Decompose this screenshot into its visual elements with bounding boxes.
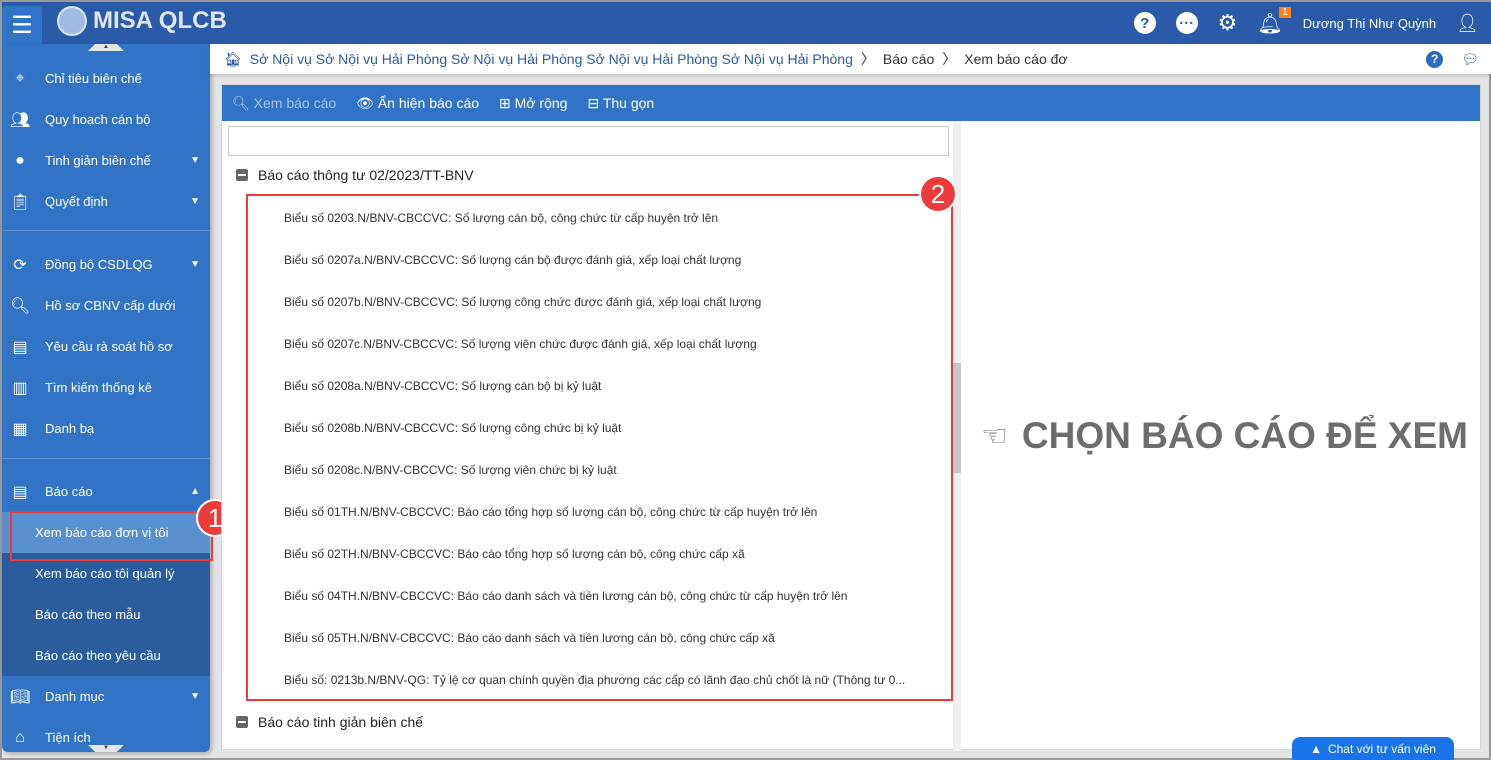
dots-icon: ●	[15, 151, 25, 169]
report-item[interactable]: Biểu số 0208c.N/BNV-CBCCVC: Số lượng viê…	[284, 463, 944, 477]
sidebar: ▲ ▼ ⌖ Chỉ tiêu biên chế 👥︎ Quy hoạch cán bộ…	[2, 44, 210, 752]
breadcrumb-item[interactable]: Sở Nội vụ Sở Nội vụ Hải Phòng Sở Nội vụ …	[250, 51, 853, 67]
sidebar-subitem[interactable]: Báo cáo theo yêu cầu	[2, 635, 210, 676]
sidebar-item-label: Chỉ tiêu biên chế	[45, 71, 142, 86]
notification-badge: 1	[1279, 6, 1291, 18]
report-viewer: ☜ CHỌN BÁO CÁO ĐỂ XEM	[967, 121, 1482, 751]
chevron-up-icon: ▲	[1310, 741, 1322, 756]
report-item[interactable]: Biểu số 0208a.N/BNV-CBCCVC: Số lượng cán…	[284, 379, 944, 393]
sidebar-item[interactable]: ⟳ Đồng bộ CSDLQG ▼	[2, 244, 210, 285]
chat-bubbles-icon[interactable]: 💬︎	[1461, 51, 1479, 68]
report-item[interactable]: Biểu số 0207b.N/BNV-CBCCVC: Số lượng côn…	[284, 295, 944, 309]
collapse-icon[interactable]	[236, 169, 248, 181]
sidebar-item[interactable]: 📋︎ Quyết định ▼	[2, 181, 210, 222]
sidebar-item-label: Danh bạ	[45, 421, 95, 436]
form-icon: ▤	[12, 338, 28, 356]
app-logo[interactable]: MISA QLCB	[57, 6, 227, 36]
report-item[interactable]: Biểu số 0203.N/BNV-CBCCVC: Số lượng cán …	[284, 211, 944, 225]
sidebar-item[interactable]: ▤ Yêu cầu rà soát hồ sơ	[2, 326, 210, 367]
divider	[2, 230, 210, 231]
top-bar: ☰ MISA QLCB ? ··· ⚙ 🔔︎ 1 Dương Thị Như Qu…	[2, 2, 1491, 44]
report-item[interactable]: Biểu số: 0213b.N/BNV-QG: Tỷ lệ cơ quan c…	[284, 673, 944, 687]
report-item[interactable]: Biểu số 02TH.N/BNV-CBCCVC: Báo cáo tổng …	[284, 547, 944, 561]
menu-toggle-button[interactable]: ☰	[2, 6, 42, 44]
chart-icon: ▥	[12, 379, 28, 397]
report-item[interactable]: Biểu số 0207c.N/BNV-CBCCVC: Số lượng viê…	[284, 337, 944, 351]
tree-group[interactable]: Báo cáo thông tư 02/2023/TT-BNV	[236, 167, 474, 183]
sidebar-item-label: Báo cáo	[45, 484, 93, 499]
tree-group[interactable]: Báo cáo tinh giản biên chế	[236, 714, 423, 730]
sidebar-item[interactable]: 🔍︎ Hồ sơ CBNV cấp dưới	[2, 285, 210, 326]
sidebar-item[interactable]: ▦ Danh bạ	[2, 408, 210, 449]
report-item[interactable]: Biểu số 0207a.N/BNV-CBCCVC: Số lượng cán…	[284, 253, 944, 267]
breadcrumb-current: Xem báo cáo đơ	[964, 51, 1068, 67]
target-user-icon: ⌖	[15, 69, 25, 87]
report-search-input[interactable]	[228, 126, 949, 156]
report-item[interactable]: Biểu số 01TH.N/BNV-CBCCVC: Báo cáo tổng …	[284, 505, 944, 519]
sidebar-item[interactable]: ⌖ Chỉ tiêu biên chế	[2, 58, 210, 99]
sidebar-item[interactable]: ▤ Báo cáo ▲	[2, 471, 210, 512]
report-item[interactable]: Biểu số 0208b.N/BNV-CBCCVC: Số lượng côn…	[284, 421, 944, 435]
sidebar-item-label: Đồng bộ CSDLQG	[45, 257, 153, 272]
caret-down-icon: ▼	[190, 691, 200, 702]
document-icon: ▤	[12, 483, 28, 501]
chat-button[interactable]: ▲ Chat với tư vấn viên	[1292, 737, 1454, 760]
app-title: MISA QLCB	[93, 7, 227, 34]
caret-down-icon: ▼	[190, 259, 200, 270]
report-item[interactable]: Biểu số 04TH.N/BNV-CBCCVC: Báo cáo danh …	[284, 589, 944, 603]
sidebar-item[interactable]: ● Tinh giản biên chế ▼	[2, 140, 210, 181]
clipboard-icon: 📋︎	[10, 193, 31, 211]
sidebar-item-label: Tiện ích	[45, 730, 91, 745]
report-item[interactable]: Biểu số 05TH.N/BNV-CBCCVC: Báo cáo danh …	[284, 631, 944, 645]
sidebar-item-label: Tinh giản biên chế	[45, 153, 151, 168]
people-icon: 👥︎	[10, 111, 31, 129]
more-icon[interactable]: ···	[1175, 12, 1198, 34]
collapse-button[interactable]: ⊟ Thu gọn	[587, 95, 654, 112]
sidebar-item[interactable]: 📖︎ Danh mục ▼	[2, 676, 210, 717]
expand-button[interactable]: ⊞ Mở rộng	[499, 95, 567, 112]
breadcrumb: 🏠︎ Sở Nội vụ Sở Nội vụ Hải Phòng Sở Nội …	[210, 44, 1491, 74]
sidebar-item-label: Yêu cầu rà soát hồ sơ	[45, 339, 173, 354]
sidebar-item[interactable]: ▥ Tìm kiếm thống kê	[2, 367, 210, 408]
contacts-icon: ▦	[12, 420, 28, 438]
pointing-hand-icon: ☜	[981, 419, 1008, 453]
report-tree: Báo cáo thông tư 02/2023/TT-BNV Báo cáo …	[222, 121, 961, 751]
scroll-up-button[interactable]: ▲	[88, 44, 124, 51]
sidebar-item-label: Tìm kiếm thống kê	[45, 380, 152, 395]
notification-icon[interactable]: 🔔︎ 1	[1257, 6, 1291, 36]
sidebar-subitem[interactable]: Xem báo cáo đơn vị tôi	[2, 512, 210, 553]
home-icon: ⌂	[15, 728, 25, 746]
breadcrumb-item[interactable]: Báo cáo	[883, 51, 934, 67]
settings-icon[interactable]: ⚙	[1218, 10, 1238, 36]
sidebar-item-label: Danh mục	[45, 689, 105, 704]
sidebar-item[interactable]: ⌂ Tiện ích	[2, 717, 210, 752]
view-report-button[interactable]: 🔍︎ Xem báo cáo	[232, 95, 336, 112]
collapse-icon[interactable]	[236, 716, 248, 728]
help-icon[interactable]: ?	[1133, 12, 1156, 34]
toolbar: 🔍︎ Xem báo cáo 👁︎ Ẩn hiện báo cáo ⊞ Mở r…	[222, 85, 1480, 121]
caret-down-icon: ▼	[190, 196, 200, 207]
placeholder-text: CHỌN BÁO CÁO ĐỂ XEM	[1021, 415, 1468, 456]
logo-icon	[57, 6, 87, 36]
sidebar-item[interactable]: 👥︎ Quy hoạch cán bộ	[2, 99, 210, 140]
caret-down-icon: ▼	[190, 155, 200, 166]
user-name[interactable]: Dương Thị Như Quỳnh	[1303, 16, 1436, 31]
caret-up-icon: ▲	[190, 486, 200, 497]
search-icon: 🔍︎	[10, 297, 31, 315]
sidebar-item-label: Quy hoạch cán bộ	[45, 112, 151, 127]
sidebar-subitem[interactable]: Báo cáo theo mẫu	[2, 594, 210, 635]
sidebar-item-label: Quyết định	[45, 194, 108, 209]
sidebar-subitem[interactable]: Xem báo cáo tôi quản lý	[2, 553, 210, 594]
divider	[2, 458, 210, 459]
sync-icon: ⟳	[13, 256, 27, 274]
user-icon[interactable]: 👤︎	[1456, 13, 1479, 34]
scrollbar-thumb[interactable]	[953, 363, 961, 473]
toggle-report-button[interactable]: 👁︎ Ẩn hiện báo cáo	[356, 95, 479, 112]
annotation-2: 2	[919, 175, 957, 213]
home-icon[interactable]: 🏠︎	[224, 51, 242, 68]
book-icon: 📖︎	[10, 688, 31, 706]
help-icon[interactable]: ?	[1426, 50, 1444, 68]
report-panel: 🔍︎ Xem báo cáo 👁︎ Ẩn hiện báo cáo ⊞ Mở r…	[221, 84, 1482, 751]
sidebar-item-label: Hồ sơ CBNV cấp dưới	[45, 298, 176, 313]
